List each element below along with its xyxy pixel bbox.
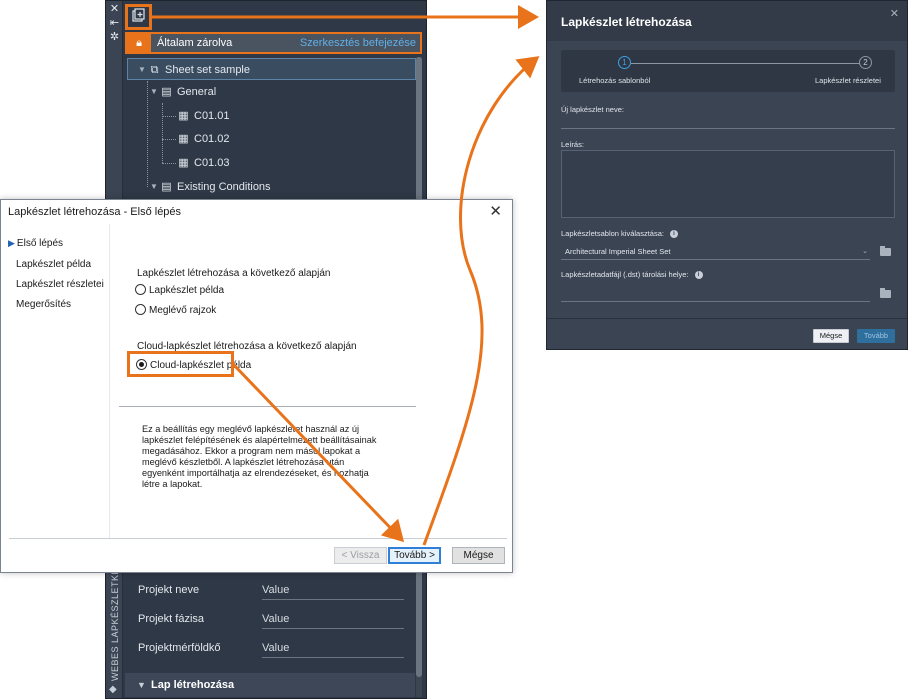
property-row: Projekt neve Value xyxy=(138,580,404,602)
description-label: Leírás: xyxy=(561,140,584,149)
property-key: Projektmérföldkő xyxy=(138,642,221,654)
step2-marker: 2 xyxy=(859,56,872,69)
folder-icon[interactable] xyxy=(880,246,891,256)
name-label: Új lapkészlet neve: xyxy=(561,105,624,114)
wizard-step-example: Lapkészlet példa xyxy=(16,259,92,270)
chevron-down-icon[interactable]: ▼ xyxy=(138,59,148,81)
property-row: Projekt fázisa Value xyxy=(138,609,404,631)
step-indicator: 1 2 Létrehozás sablonból Lapkészlet rész… xyxy=(561,50,895,92)
tree-connector xyxy=(162,116,176,117)
separator-line xyxy=(119,406,416,407)
dialog-title: Lapkészlet létrehozása xyxy=(561,15,692,29)
wizard-step-details: Lapkészlet részletei xyxy=(16,279,104,290)
tree-item-general[interactable]: ▼ ▤ General xyxy=(150,81,216,103)
back-button[interactable]: < Vissza xyxy=(334,547,387,564)
cancel-button[interactable]: Mégse xyxy=(452,547,505,564)
wizard-title: Lapkészlet létrehozása - Első lépés xyxy=(8,206,182,218)
info-icon[interactable]: i xyxy=(669,230,678,239)
folder-icon[interactable] xyxy=(880,288,891,298)
subset-icon: ▤ xyxy=(161,86,172,99)
radio-existing-drawings[interactable]: Meglévő rajzok xyxy=(135,303,216,318)
web-create-sheet-set-dialog: Lapkészlet létrehozása ✕ 1 2 Létrehozás … xyxy=(546,0,908,350)
dialog-next-button[interactable]: Tovább xyxy=(857,329,895,343)
property-value[interactable]: Value xyxy=(262,642,404,658)
new-sheet-set-highlight xyxy=(125,4,152,30)
dialog-footer-divider xyxy=(547,318,907,319)
property-value[interactable]: Value xyxy=(262,613,404,629)
wizard-divider xyxy=(109,224,110,539)
radio-sheet-set-example[interactable]: Lapkészlet példa xyxy=(135,283,224,298)
end-editing-link[interactable]: Szerkesztés befejezése xyxy=(300,37,416,49)
property-row: Projektmérföldkő Value xyxy=(138,638,404,660)
property-value[interactable]: Value xyxy=(262,584,404,600)
section1-label: Lapkészlet létrehozása a következő alapj… xyxy=(137,268,331,279)
radio-circle[interactable] xyxy=(135,303,146,315)
lock-status-label: Általam zárolva xyxy=(157,37,233,49)
close-icon[interactable]: ✕ xyxy=(109,4,120,15)
tree-item-sheet[interactable]: ▦ C01.02 xyxy=(177,128,229,150)
current-step-arrow-icon: ▶ xyxy=(8,238,15,248)
option-description: Ez a beállítás egy meglévő lapkészletet … xyxy=(142,424,377,489)
step2-label: Lapkészlet részletei xyxy=(815,76,881,85)
property-key: Projekt fázisa xyxy=(138,613,205,625)
subset-icon: ▤ xyxy=(161,181,172,194)
close-icon[interactable]: ✕ xyxy=(489,202,502,220)
property-key: Projekt neve xyxy=(138,584,200,596)
wizard-step-confirm: Megerősítés xyxy=(16,299,72,310)
chevron-down-icon[interactable]: ▼ xyxy=(137,673,151,697)
dialog-header: Lapkészlet létrehozása ✕ xyxy=(547,1,907,41)
wizard-step-begin: ▶ Első lépés xyxy=(8,238,64,249)
tree-item-sheet[interactable]: ▦ C01.01 xyxy=(177,105,229,127)
create-sheet-set-wizard: Lapkészlet létrehozása - Első lépés ✕ ▶ E… xyxy=(0,199,513,573)
tree-connector xyxy=(162,163,176,164)
chevron-down-icon[interactable]: ▼ xyxy=(150,176,160,198)
step1-label: Létrehozás sablonból xyxy=(579,76,651,85)
step1-marker: 1 xyxy=(618,56,631,69)
dialog-cancel-button[interactable]: Mégse xyxy=(813,329,849,343)
sheet-icon: ▦ xyxy=(178,157,189,170)
lock-status-bar: 🔒︎ Általam zárolva Szerkesztés befejezés… xyxy=(125,32,422,54)
info-icon[interactable]: i xyxy=(694,271,703,280)
template-select[interactable]: Architectural Imperial Sheet Set ⌄ xyxy=(561,246,870,260)
palette-vertical-title: WEBES LAPKÉSZLETKEZELŐ xyxy=(110,542,120,681)
chevron-down-icon[interactable]: ⌄ xyxy=(862,246,868,258)
template-label: Lapkészletsablon kiválasztása: i xyxy=(561,229,678,239)
sheet-icon: ▦ xyxy=(178,133,189,146)
tree-item-existing-conditions[interactable]: ▼ ▤ Existing Conditions xyxy=(150,176,271,198)
tree-connector xyxy=(162,103,163,163)
close-icon[interactable]: ✕ xyxy=(890,7,899,20)
name-input[interactable] xyxy=(561,128,895,129)
dst-location-input[interactable] xyxy=(561,301,870,302)
tree-item-sheet-set[interactable]: ▼ ⧉ Sheet set sample xyxy=(127,58,416,80)
radio-circle[interactable] xyxy=(135,283,146,295)
autohide-icon[interactable]: ⇤ xyxy=(109,18,120,29)
next-button[interactable]: Tovább > xyxy=(388,547,441,564)
cloud-option-highlight xyxy=(127,351,234,377)
sheet-set-icon: ⧉ xyxy=(150,64,159,77)
palette-logo-icon: ◆ xyxy=(109,684,117,695)
chevron-down-icon[interactable]: ▼ xyxy=(150,81,160,103)
dst-location-label: Lapkészletadatfájl (.dst) tárolási helye… xyxy=(561,270,703,280)
create-sheet-section[interactable]: ▼ Lap létrehozása xyxy=(125,673,415,697)
tree-connector xyxy=(162,139,176,140)
tree-connector xyxy=(147,81,148,187)
footer-divider xyxy=(9,538,507,539)
tree-item-sheet[interactable]: ▦ C01.03 xyxy=(177,152,229,174)
lock-icon: 🔒︎ xyxy=(127,34,151,52)
description-textarea[interactable] xyxy=(561,150,895,218)
sheet-icon: ▦ xyxy=(178,110,189,123)
step-progress-line xyxy=(631,63,867,64)
properties-icon[interactable]: ✲ xyxy=(109,32,120,43)
